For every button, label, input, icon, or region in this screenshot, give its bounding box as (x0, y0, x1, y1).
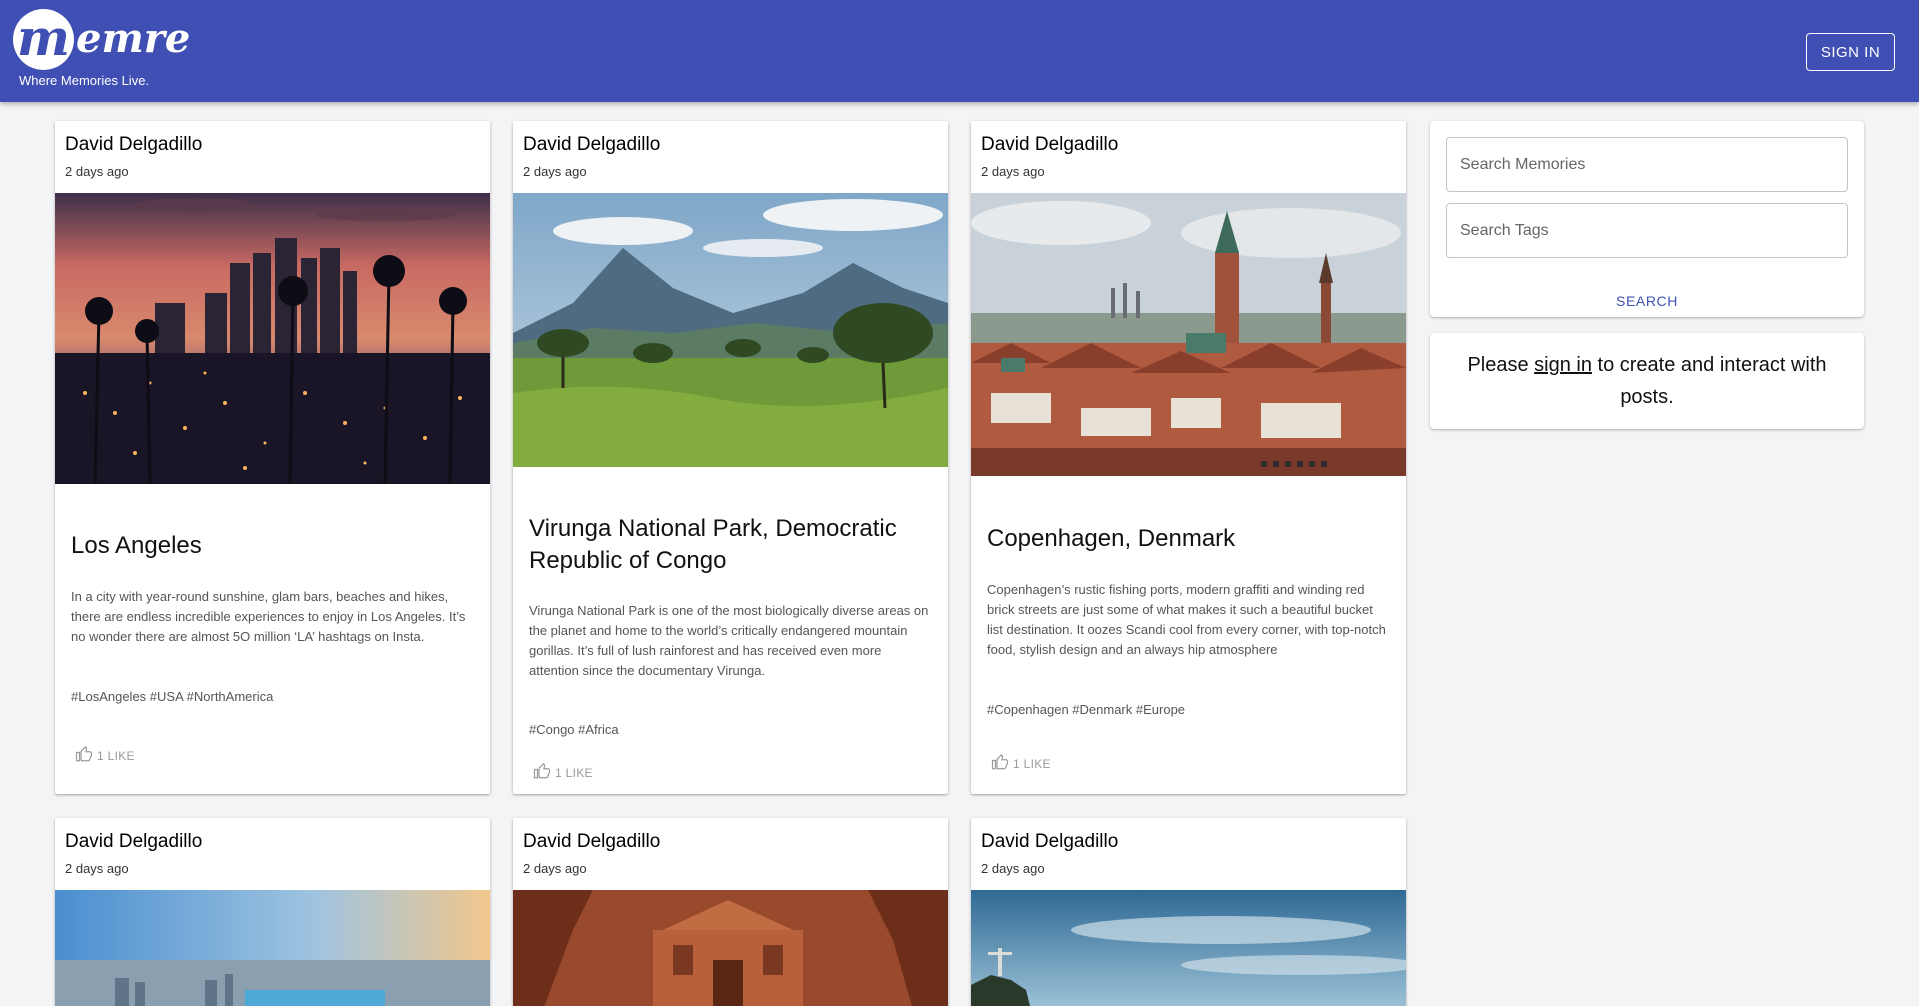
signin-prompt-text: Please sign in to create and interact wi… (1450, 349, 1844, 413)
tagline: Where Memories Live. (19, 73, 150, 88)
post-author: David Delgadillo (523, 831, 661, 852)
thumb-up-icon (991, 753, 1009, 774)
post-description: Virunga National Park is one of the most… (529, 603, 929, 678)
post-image[interactable] (971, 193, 1406, 476)
post-card[interactable]: David Delgadillo 2 days ago (513, 818, 948, 1006)
post-tags: #Congo #Africa (529, 722, 619, 737)
post-time: 2 days ago (981, 164, 1045, 179)
thumb-up-icon (75, 745, 93, 766)
post-description: Copenhagen’s rustic fishing ports, moder… (987, 582, 1386, 657)
post-time: 2 days ago (981, 861, 1045, 876)
search-panel: SEARCH (1430, 121, 1864, 317)
post-author: David Delgadillo (981, 831, 1119, 852)
post-author: David Delgadillo (981, 134, 1119, 155)
signin-prompt-before: Please (1467, 354, 1529, 376)
post-title: Copenhagen, Denmark (987, 525, 1236, 552)
post-card[interactable]: David Delgadillo 2 days ago (971, 818, 1406, 1006)
logo-mark[interactable]: m (13, 9, 74, 70)
post-title: Los Angeles (71, 532, 202, 559)
app-bar: m emre Where Memories Live. SIGN IN (0, 0, 1919, 102)
search-tags-input[interactable] (1446, 203, 1848, 258)
logo-wordmark[interactable]: emre (76, 14, 190, 64)
post-card[interactable]: David Delgadillo 2 days ago (55, 818, 490, 1006)
post-time: 2 days ago (65, 861, 129, 876)
post-card[interactable]: David Delgadillo 2 days ago (513, 121, 948, 794)
thumb-up-icon (533, 762, 551, 783)
like-button[interactable]: 1 LIKE (991, 753, 1051, 774)
like-button[interactable]: 1 LIKE (75, 745, 135, 766)
post-title: Virunga National Park, Democratic Republ… (529, 515, 897, 574)
post-time: 2 days ago (523, 861, 587, 876)
sign-in-button[interactable]: SIGN IN (1806, 33, 1895, 71)
like-button[interactable]: 1 LIKE (533, 762, 593, 783)
post-image[interactable] (971, 890, 1406, 1006)
post-card[interactable]: David Delgadillo 2 days ago (55, 121, 490, 794)
signin-prompt-link[interactable]: sign in (1534, 354, 1592, 376)
like-count: 1 LIKE (1013, 756, 1051, 771)
signin-prompt-panel: Please sign in to create and interact wi… (1430, 333, 1864, 429)
post-image[interactable] (513, 193, 948, 467)
post-image[interactable] (55, 890, 490, 1006)
post-tags: #LosAngeles #USA #NorthAmerica (71, 689, 274, 704)
signin-prompt-after: to create and interact with posts. (1597, 354, 1827, 408)
like-count: 1 LIKE (97, 748, 135, 763)
post-author: David Delgadillo (523, 134, 661, 155)
search-button[interactable]: SEARCH (1430, 293, 1864, 309)
search-memories-input[interactable] (1446, 137, 1848, 192)
post-card[interactable]: David Delgadillo 2 days ago (971, 121, 1406, 794)
post-tags: #Copenhagen #Denmark #Europe (987, 702, 1186, 717)
post-time: 2 days ago (523, 164, 587, 179)
post-description: In a city with year-round sunshine, glam… (71, 589, 466, 644)
like-count: 1 LIKE (555, 765, 593, 780)
post-image[interactable] (513, 890, 948, 1006)
post-image[interactable] (55, 193, 490, 484)
post-author: David Delgadillo (65, 134, 203, 155)
post-time: 2 days ago (65, 164, 129, 179)
post-author: David Delgadillo (65, 831, 203, 852)
